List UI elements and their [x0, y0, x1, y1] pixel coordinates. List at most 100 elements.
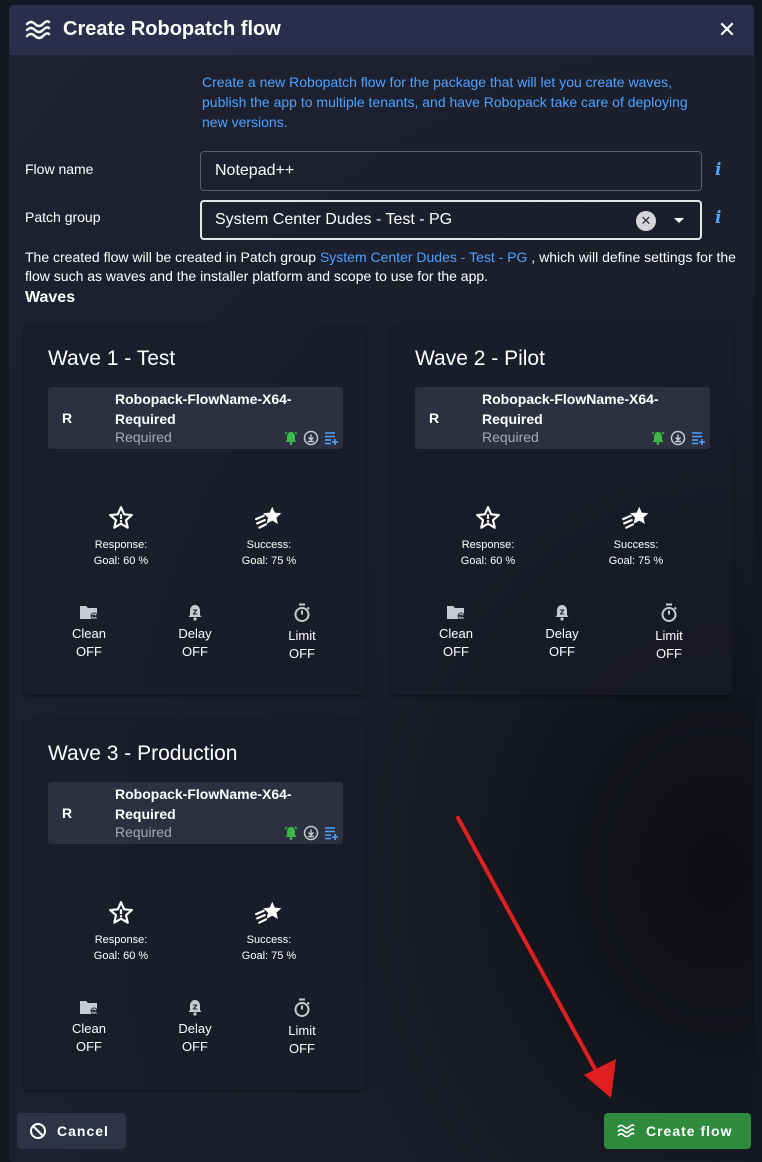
- response-label: Response:: [94, 934, 148, 946]
- shooting-star-icon: [255, 901, 282, 924]
- wave-title: Wave 1 - Test: [48, 347, 176, 370]
- patch-group-select[interactable]: System Center Dudes - Test - PG ✕: [200, 200, 702, 240]
- star-exclamation-icon: [109, 901, 133, 924]
- bell-icon[interactable]: [283, 430, 299, 446]
- playlist-add-icon[interactable]: [323, 430, 339, 446]
- folder-sync-icon: [80, 1001, 98, 1015]
- assignment-name: Robopack-FlowName-X64-Required: [115, 391, 292, 427]
- assignment-icons: [283, 825, 339, 841]
- success-goal: Success: Goal: 75 %: [224, 505, 314, 569]
- flow-name-value: Notepad++: [215, 162, 295, 179]
- download-circle-icon[interactable]: [670, 430, 686, 446]
- delay-setting: Z Delay OFF: [165, 998, 225, 1056]
- stopwatch-icon: [294, 603, 310, 622]
- close-button[interactable]: ✕: [716, 19, 738, 41]
- limit-label: Limit: [655, 628, 683, 643]
- patch-group-info-icon[interactable]: i: [715, 208, 721, 228]
- assignment-row[interactable]: R Robopack-FlowName-X64-Required Require…: [48, 387, 343, 449]
- assignment-badge: R: [62, 410, 73, 426]
- clean-setting: Clean OFF: [59, 998, 119, 1056]
- success-label: Success:: [246, 539, 292, 551]
- assignment-name: Robopack-FlowName-X64-Required: [115, 786, 292, 822]
- delay-value: OFF: [549, 644, 575, 659]
- delay-value: OFF: [182, 1039, 208, 1054]
- bell-icon[interactable]: [650, 430, 666, 446]
- create-flow-dialog: Create Robopatch flow ✕ Create a new Rob…: [9, 5, 754, 1162]
- limit-setting: Limit OFF: [272, 998, 332, 1058]
- wave-title: Wave 3 - Production: [48, 742, 238, 765]
- intro-text: Create a new Robopatch flow for the pack…: [202, 74, 688, 130]
- clean-setting: Clean OFF: [426, 603, 486, 661]
- svg-text:Z: Z: [559, 609, 564, 617]
- success-label: Success:: [613, 539, 659, 551]
- cancel-button[interactable]: Cancel: [17, 1113, 126, 1149]
- clean-setting: Clean OFF: [59, 603, 119, 661]
- clean-label: Clean: [72, 626, 106, 641]
- download-circle-icon[interactable]: [303, 825, 319, 841]
- robopatch-waves-icon: [25, 20, 51, 40]
- dialog-titlebar: Create Robopatch flow ✕: [9, 5, 754, 55]
- limit-label: Limit: [288, 628, 316, 643]
- waves-heading: Waves: [25, 289, 76, 306]
- delay-setting: Z Delay OFF: [532, 603, 592, 661]
- star-exclamation-icon: [109, 506, 133, 529]
- alarm-clock-icon: Z: [188, 605, 202, 621]
- cancel-icon: [30, 1123, 46, 1139]
- patch-group-link[interactable]: System Center Dudes - Test - PG: [320, 249, 527, 265]
- limit-setting: Limit OFF: [639, 603, 699, 663]
- wave-card-3: Wave 3 - Production R Robopack-FlowName-…: [24, 720, 366, 1090]
- assignment-row[interactable]: R Robopack-FlowName-X64-Required Require…: [415, 387, 710, 449]
- download-circle-icon[interactable]: [303, 430, 319, 446]
- create-flow-button[interactable]: Create flow: [604, 1113, 751, 1149]
- robopatch-waves-icon: [617, 1124, 635, 1138]
- response-goal: Response: Goal: 60 %: [76, 505, 166, 569]
- delay-setting: Z Delay OFF: [165, 603, 225, 661]
- delay-label: Delay: [545, 626, 579, 641]
- success-goal: Success: Goal: 75 %: [224, 900, 314, 964]
- playlist-add-icon[interactable]: [690, 430, 706, 446]
- assignment-row[interactable]: R Robopack-FlowName-X64-Required Require…: [48, 782, 343, 844]
- shooting-star-icon: [255, 506, 282, 529]
- clean-label: Clean: [72, 1021, 106, 1036]
- shooting-star-icon: [622, 506, 649, 529]
- patch-group-label: Patch group: [25, 209, 101, 225]
- svg-text:Z: Z: [192, 609, 197, 617]
- dialog-title: Create Robopatch flow: [63, 18, 281, 40]
- playlist-add-icon[interactable]: [323, 825, 339, 841]
- svg-text:Z: Z: [192, 1004, 197, 1012]
- response-goal-value: Goal: 60 %: [93, 555, 149, 567]
- clean-value: OFF: [76, 1039, 102, 1054]
- limit-value: OFF: [289, 646, 315, 661]
- create-flow-label: Create flow: [646, 1123, 733, 1139]
- limit-value: OFF: [656, 646, 682, 661]
- limit-value: OFF: [289, 1041, 315, 1056]
- wave-card-2: Wave 2 - Pilot R Robopack-FlowName-X64-R…: [391, 325, 733, 695]
- stopwatch-icon: [661, 603, 677, 622]
- patch-group-description: The created flow will be created in Patc…: [25, 248, 745, 286]
- clean-label: Clean: [439, 626, 473, 641]
- assignment-badge: R: [429, 410, 440, 426]
- response-goal-value: Goal: 60 %: [460, 555, 516, 567]
- limit-setting: Limit OFF: [272, 603, 332, 663]
- description-before: The created flow will be created in Patc…: [25, 249, 320, 265]
- clean-value: OFF: [76, 644, 102, 659]
- assignment-icons: [650, 430, 706, 446]
- bell-icon[interactable]: [283, 825, 299, 841]
- flow-name-info-icon[interactable]: i: [715, 160, 721, 180]
- clean-value: OFF: [443, 644, 469, 659]
- delay-value: OFF: [182, 644, 208, 659]
- response-goal: Response: Goal: 60 %: [76, 900, 166, 964]
- cancel-label: Cancel: [57, 1123, 109, 1139]
- limit-label: Limit: [288, 1023, 316, 1038]
- stopwatch-icon: [294, 998, 310, 1017]
- clear-icon[interactable]: ✕: [636, 211, 656, 231]
- flow-name-input[interactable]: Notepad++: [200, 151, 702, 191]
- assignment-type: Required: [115, 824, 172, 840]
- assignment-name: Robopack-FlowName-X64-Required: [482, 391, 659, 427]
- chevron-down-icon[interactable]: [674, 218, 684, 223]
- wave-title: Wave 2 - Pilot: [415, 347, 545, 370]
- success-goal-value: Goal: 75 %: [241, 950, 297, 962]
- success-goal-value: Goal: 75 %: [608, 555, 664, 567]
- success-label: Success:: [246, 934, 292, 946]
- folder-sync-icon: [447, 606, 465, 620]
